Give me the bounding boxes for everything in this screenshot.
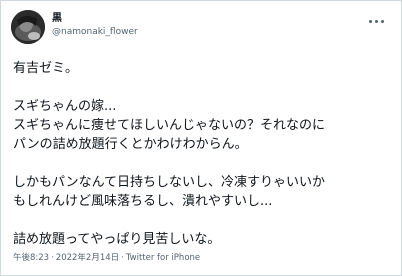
avatar-image xyxy=(11,10,45,44)
user-handle[interactable]: @namonaki_flower xyxy=(52,26,138,39)
tweet-card: 黒 @namonaki_flower 有吉ゼミ。 スギちゃんの嫁... スギちゃ… xyxy=(0,0,402,276)
tweet-line: パンの詰め放題行くとかわけわからん。 xyxy=(13,137,248,152)
more-options-icon[interactable] xyxy=(365,13,387,29)
tweet-line: スギちゃんの嫁... xyxy=(13,99,117,114)
tweet-text: 有吉ゼミ。 スギちゃんの嫁... スギちゃんに痩せてほしいんじゃないの？それなの… xyxy=(13,59,391,249)
tweet-line: 詰め放題ってやっぱり見苦しいな。 xyxy=(13,232,221,247)
separator: · xyxy=(51,253,54,263)
tweet-line: もしれんけど風味落ちるし、潰れやすいし... xyxy=(13,194,273,209)
tweet-header: 黒 @namonaki_flower xyxy=(11,9,391,45)
avatar[interactable] xyxy=(11,10,45,44)
tweet-line: しかもパンなんて日持ちしないし、冷凍すりゃいいか xyxy=(13,175,326,190)
tweet-time[interactable]: 午後8:23 xyxy=(13,253,49,263)
tweet-blank-line xyxy=(13,78,391,97)
tweet-line: スギちゃんに痩せてほしいんじゃないの？それなのに xyxy=(13,118,326,133)
separator: · xyxy=(121,253,124,263)
tweet-line: 有吉ゼミ。 xyxy=(13,61,79,76)
tweet-blank-line xyxy=(13,211,391,230)
user-names: 黒 @namonaki_flower xyxy=(52,12,138,39)
tweet-date[interactable]: 2022年2月14日 xyxy=(56,253,119,263)
tweet-source[interactable]: Twitter for iPhone xyxy=(126,253,200,263)
display-name[interactable]: 黒 xyxy=(52,12,138,25)
tweet-metadata: 午後8:23 · 2022年2月14日 · Twitter for iPhone xyxy=(13,252,200,264)
tweet-blank-line xyxy=(13,154,391,173)
